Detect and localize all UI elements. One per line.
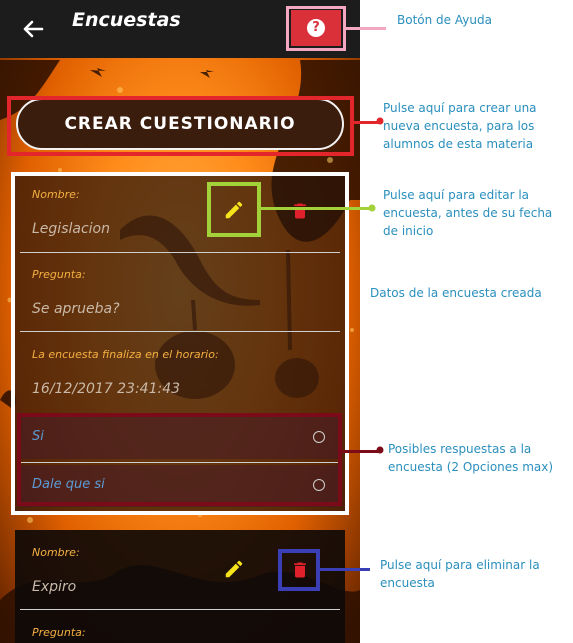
create-connector bbox=[354, 121, 378, 124]
answers-callout-box bbox=[17, 413, 342, 506]
name-value: Expiro bbox=[32, 579, 77, 595]
create-callout-box bbox=[7, 96, 354, 156]
answers-connector-dot bbox=[376, 446, 384, 454]
edit-callout-box bbox=[207, 182, 261, 237]
help-annotation: Botón de Ayuda bbox=[397, 13, 492, 27]
edit-connector-dot bbox=[368, 204, 376, 212]
create-annotation: Pulse aquí para crear una nueva encuesta… bbox=[383, 101, 537, 151]
back-arrow-icon[interactable] bbox=[18, 14, 48, 44]
delete-connector bbox=[320, 568, 370, 571]
question-label: Pregunta: bbox=[32, 626, 86, 639]
help-connector bbox=[346, 27, 386, 30]
page-title: Encuestas bbox=[72, 9, 181, 31]
delete-callout-box bbox=[278, 549, 320, 591]
edit-icon[interactable] bbox=[223, 558, 245, 580]
survey-data-annotation: Datos de la encuesta creada bbox=[370, 286, 542, 300]
phone-screen: Encuestas ? CREAR CUESTIONARIO Nombre: L… bbox=[0, 0, 360, 643]
divider bbox=[20, 609, 340, 610]
delete-annotation: Pulse aquí para eliminar la encuesta bbox=[380, 558, 540, 590]
answers-annotation: Posibles respuestas a la encuesta (2 Opc… bbox=[388, 442, 554, 474]
edit-annotation: Pulse aquí para editar la encuesta, ante… bbox=[383, 188, 553, 238]
help-callout-box bbox=[286, 6, 346, 51]
answers-connector bbox=[342, 450, 378, 453]
edit-connector bbox=[261, 207, 369, 210]
name-label: Nombre: bbox=[32, 546, 80, 559]
